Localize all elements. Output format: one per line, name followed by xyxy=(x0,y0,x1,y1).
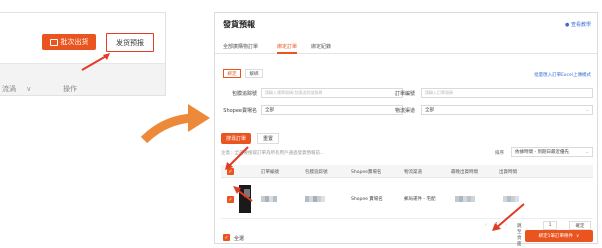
select-all-checkbox[interactable]: ✓ xyxy=(223,234,230,241)
ship-notice-label: 发货预报 xyxy=(116,38,144,47)
chip-bind[interactable]: 綁定 xyxy=(223,69,241,78)
sort-label: 排序 xyxy=(495,151,504,156)
latest-ship-time-redacted xyxy=(455,196,475,202)
row-pointer-arrow-icon xyxy=(233,186,253,202)
chevron-down-icon: ∨ xyxy=(576,233,580,239)
goto-confirm-button[interactable]: 確定 xyxy=(569,221,591,230)
prev-page-icon[interactable]: ‹ xyxy=(485,222,487,228)
column-header-status: 流渦 ∨ xyxy=(2,85,32,93)
logistics-no-label: 包膜追踪號 xyxy=(231,91,257,97)
chevron-down-icon: ∨ xyxy=(26,85,32,93)
column-header-actions: 操作 xyxy=(63,85,77,93)
col-channel: 物流渠道 xyxy=(404,170,422,175)
tracking-no-redacted xyxy=(305,196,325,202)
batch-ship-button[interactable]: 批次出货 xyxy=(42,34,96,50)
reset-button[interactable]: 重置 xyxy=(257,133,279,144)
col-ship-time: 出貨時間 xyxy=(499,170,517,175)
col-order-no: 訂單編號 xyxy=(261,170,279,175)
active-tab-indicator xyxy=(277,52,297,54)
order-no-redacted xyxy=(261,196,277,202)
tab-bind-history[interactable]: 綁定紀錄 xyxy=(311,43,331,50)
tab-bind-orders[interactable]: 綁定訂單 xyxy=(277,43,297,50)
page-input[interactable]: 1 xyxy=(543,221,557,230)
row-channel: 郵局運件 - 宅配 xyxy=(404,197,436,202)
submit-pointer-arrow-icon xyxy=(492,203,525,231)
help-link[interactable]: ● 查看教學 xyxy=(565,21,591,28)
channel-select[interactable]: 全部 ⌄ xyxy=(421,105,593,115)
select-all-label: 全選 xyxy=(234,236,245,242)
pointer-arrow-icon xyxy=(81,53,110,71)
table-header: ✓ 訂單編號 包膜追踪號 Shopee賣場名 物流渠道 最晚出貨時間 出貨時間 xyxy=(221,165,593,178)
col-tracking-no: 包膜追踪號 xyxy=(305,170,328,175)
checkbox-pointer-arrow-icon xyxy=(225,146,249,170)
batch-ship-label: 批次出货 xyxy=(60,38,89,46)
chevron-down-icon: ⌄ xyxy=(585,107,589,113)
ship-notice-panel: 發貨預報 ● 查看教學 全部廣購物訂單 綁定訂單 綁定紀錄 綁定 解綁 批量匯入… xyxy=(214,12,598,247)
shop-label: Shopee賣場名 xyxy=(223,108,257,114)
tab-all-orders[interactable]: 全部廣購物訂單 xyxy=(223,43,258,50)
order-no-label: 訂單編號 xyxy=(394,91,415,97)
excel-upload-link[interactable]: 批量匯入訂單Excel上傳模式 xyxy=(534,72,591,78)
col-shop: Shopee賣場名 xyxy=(351,170,382,175)
bind-orders-button[interactable]: 綁定1筆訂單條件 ∨ xyxy=(525,230,593,242)
channel-label: 物流渠道 xyxy=(394,108,415,114)
chevron-down-icon: ⌄ xyxy=(585,149,589,155)
tab-bar: 全部廣購物訂單 綁定訂單 綁定紀錄 xyxy=(215,38,597,54)
chip-unbind[interactable]: 解綁 xyxy=(245,69,263,78)
row-shop-name: Shopee 賣場名 xyxy=(351,197,383,202)
table-row[interactable]: ✓ Shopee 賣場名 郵局運件 - 宅配 xyxy=(221,179,593,219)
sort-select[interactable]: 依據時間 - 到期日最近優先 ⌄ xyxy=(511,147,593,157)
ship-box-icon xyxy=(49,38,58,46)
order-no-input[interactable]: 請輸入訂單號碼 xyxy=(421,88,593,98)
col-latest-ship-time: 最晚出貨時間 xyxy=(451,170,478,175)
big-curved-arrow-icon xyxy=(140,104,210,144)
page-title: 發貨預報 xyxy=(223,20,255,29)
